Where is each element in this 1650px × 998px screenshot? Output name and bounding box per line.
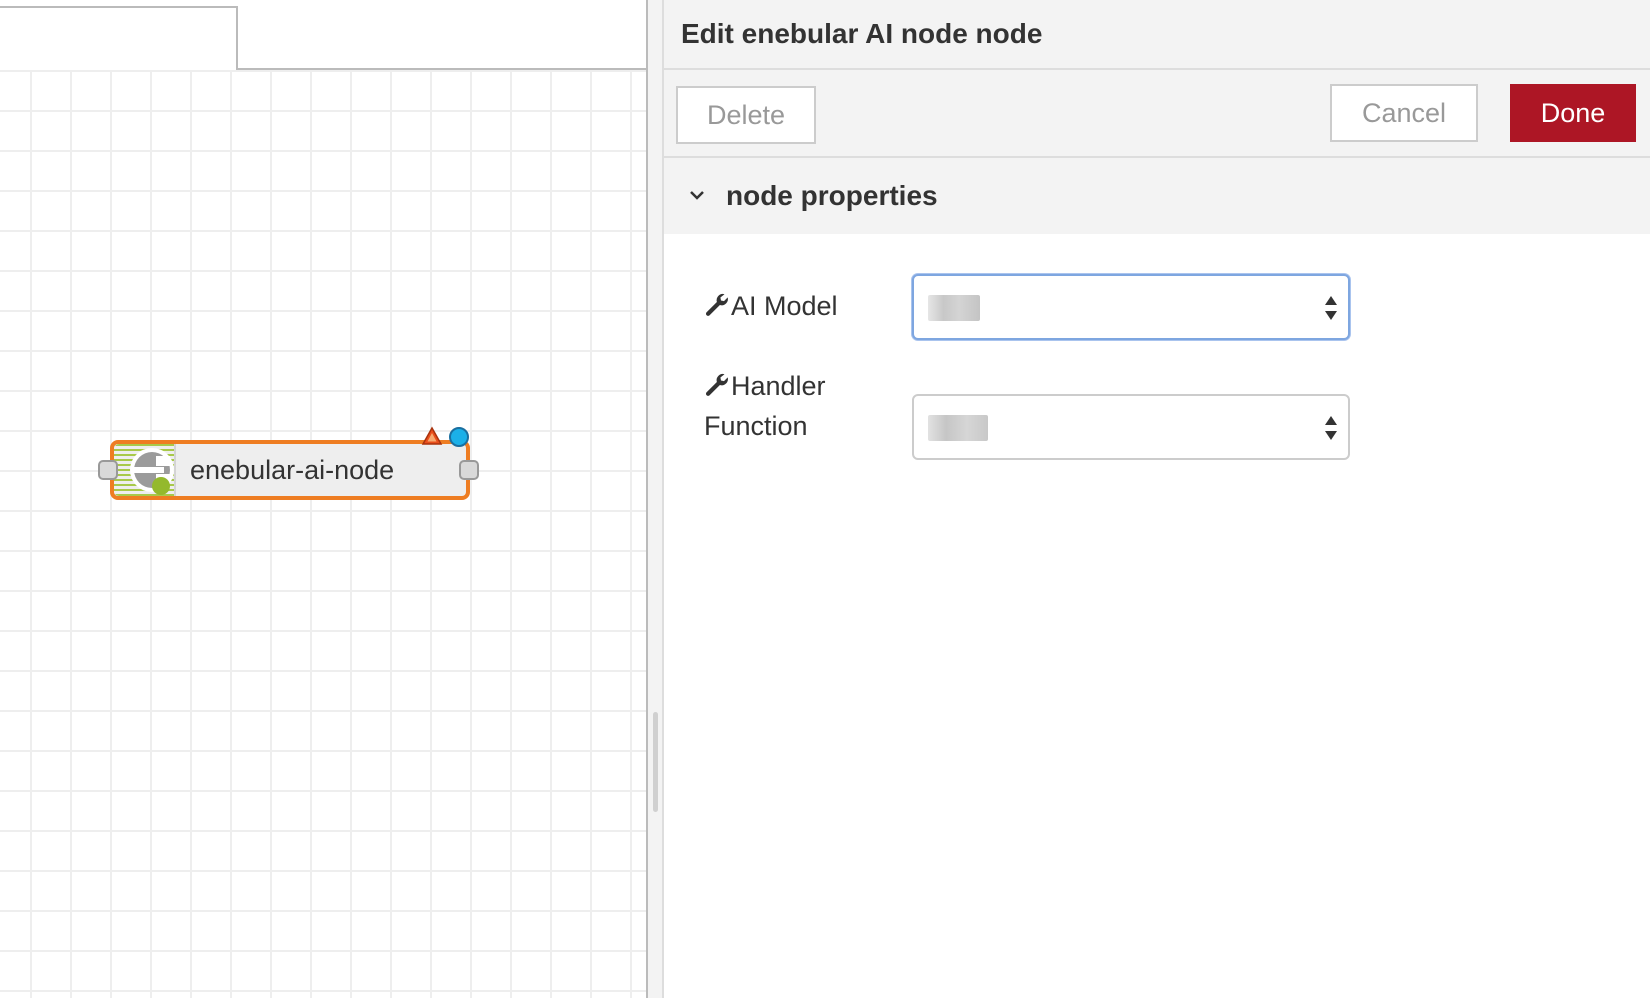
cancel-button[interactable]: Cancel xyxy=(1330,84,1478,142)
node-red-editor: enebular-ai-node Edit enebular AI node n… xyxy=(0,0,1650,998)
flow-canvas-grid[interactable] xyxy=(0,70,646,998)
wrench-icon xyxy=(705,373,728,396)
select-arrows-icon xyxy=(1325,416,1337,440)
panel-splitter[interactable] xyxy=(646,0,664,998)
splitter-grip[interactable] xyxy=(653,712,658,812)
flow-workspace: enebular-ai-node xyxy=(0,0,646,998)
node-properties-section-header[interactable]: node properties xyxy=(664,158,1650,234)
handler-function-value: █████ xyxy=(928,415,988,441)
ai-model-value: ████ xyxy=(928,295,980,321)
ai-model-label-text: AI Model xyxy=(731,291,838,321)
ai-model-label: AI Model xyxy=(704,286,874,326)
node-icon-area xyxy=(114,444,176,496)
section-title: node properties xyxy=(726,180,938,211)
changed-warning-icon xyxy=(421,426,443,445)
edit-tray: Edit enebular AI node node Delete Cancel… xyxy=(664,0,1650,998)
done-button[interactable]: Done xyxy=(1510,84,1636,142)
handler-function-select[interactable]: █████ xyxy=(912,394,1350,460)
node-label: enebular-ai-node xyxy=(190,455,395,485)
workspace-tab-bar xyxy=(0,0,646,72)
node-status-dot xyxy=(152,477,170,495)
node-output-port[interactable] xyxy=(459,460,479,480)
delete-button[interactable]: Delete xyxy=(676,86,816,144)
node-input-port[interactable] xyxy=(98,460,118,480)
wrench-icon xyxy=(705,293,728,316)
enebular-ai-node[interactable]: enebular-ai-node xyxy=(110,440,470,500)
handler-function-label: Handler Function xyxy=(704,366,874,446)
ai-model-select[interactable]: ████ xyxy=(912,274,1350,340)
flow-tab[interactable] xyxy=(0,6,238,72)
chevron-down-icon xyxy=(690,191,704,200)
tray-title: Edit enebular AI node node xyxy=(681,18,1043,49)
select-arrows-icon xyxy=(1325,296,1337,320)
tray-header: Edit enebular AI node node xyxy=(664,0,1650,70)
node-changed-dot xyxy=(449,427,469,447)
tray-toolbar: Delete Cancel Done xyxy=(664,70,1650,158)
